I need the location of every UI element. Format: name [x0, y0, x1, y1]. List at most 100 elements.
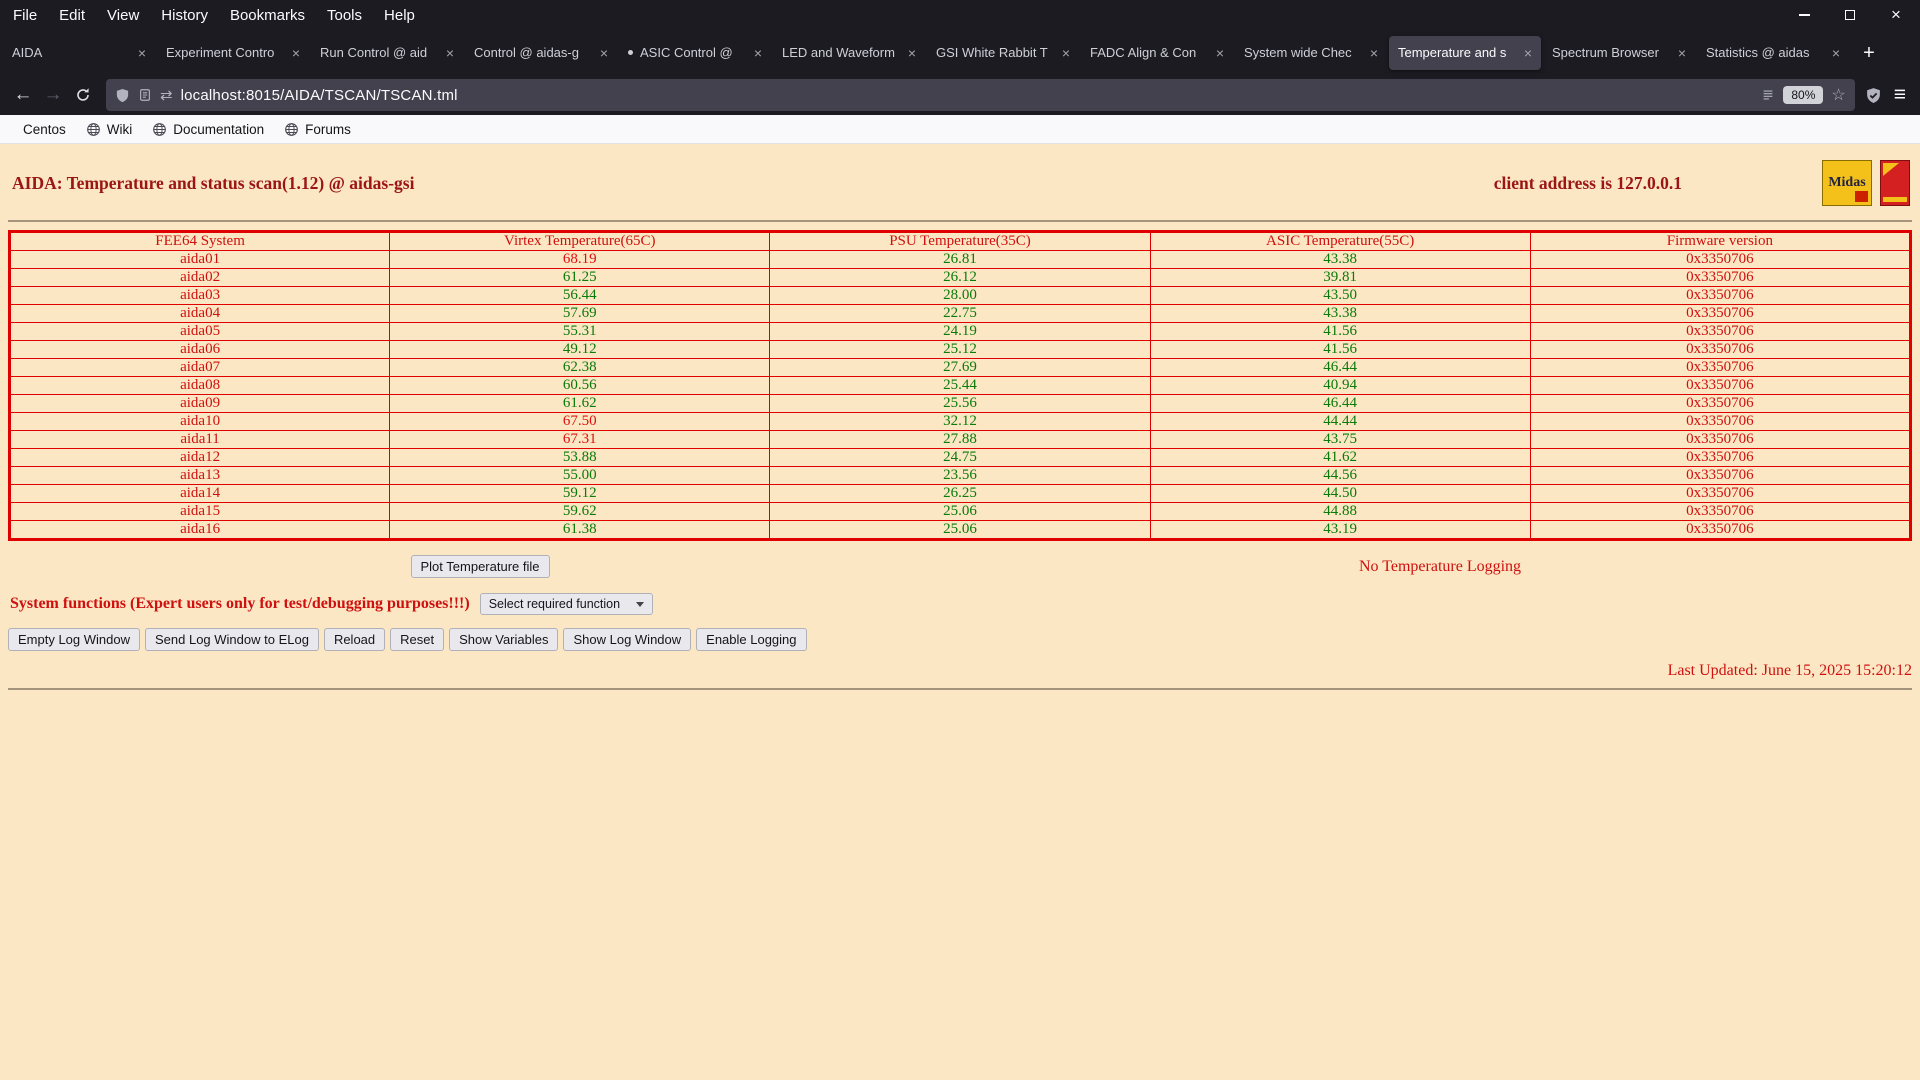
- fee64-name-cell: aida12: [8, 448, 391, 467]
- action-button-reload[interactable]: Reload: [323, 628, 386, 651]
- browser-window: File Edit View History Bookmarks Tools H…: [0, 0, 1920, 1080]
- psu-temperature-cell: 23.56: [769, 466, 1151, 485]
- tab-statistics-aidas[interactable]: Statistics @ aidas ×: [1697, 36, 1849, 70]
- forward-button[interactable]: →: [38, 80, 68, 110]
- menu-file[interactable]: File: [2, 7, 48, 24]
- globe-icon: [285, 122, 298, 136]
- url-bar[interactable]: ⇄ localhost:8015/AIDA/TSCAN/TSCAN.tml 80…: [106, 79, 1855, 111]
- tab-experiment-contro[interactable]: Experiment Contro ×: [157, 36, 309, 70]
- tab-close-icon[interactable]: ×: [1062, 46, 1070, 60]
- back-button[interactable]: ←: [8, 80, 38, 110]
- reader-mode-icon[interactable]: [1761, 88, 1775, 102]
- tab-label: Run Control @ aid: [320, 45, 428, 60]
- asic-temperature-cell: 40.94: [1149, 376, 1531, 395]
- tab-control-aidas-g[interactable]: Control @ aidas-g ×: [465, 36, 617, 70]
- tab-gsi-white-rabbit-t[interactable]: GSI White Rabbit T ×: [927, 36, 1079, 70]
- globe-icon: [86, 122, 100, 136]
- minimize-button[interactable]: [1796, 7, 1812, 23]
- psu-temperature-cell: 24.19: [769, 322, 1151, 341]
- site-info-page-icon[interactable]: [138, 88, 152, 102]
- firmware-version-cell: 0x3350706: [1529, 268, 1912, 287]
- action-button-enable-logging[interactable]: Enable Logging: [696, 628, 807, 651]
- menu-tools[interactable]: Tools: [316, 7, 373, 24]
- zoom-level-badge[interactable]: 80%: [1783, 86, 1824, 104]
- page-content: AIDA: Temperature and status scan(1.12) …: [0, 144, 1920, 1080]
- fee64-name-cell: aida14: [8, 484, 391, 503]
- action-button-show-variables[interactable]: Show Variables: [449, 628, 559, 651]
- table-row: aida05 55.31 24.19 41.56 0x3350706: [8, 322, 1912, 341]
- action-button-reset[interactable]: Reset: [390, 628, 445, 651]
- tab-spectrum-browser[interactable]: Spectrum Browser ×: [1543, 36, 1695, 70]
- menu-bookmarks[interactable]: Bookmarks: [219, 7, 316, 24]
- shield-check-extension-icon[interactable]: [1865, 87, 1882, 104]
- system-function-select[interactable]: Select required function: [479, 593, 654, 615]
- tab-led-and-waveform[interactable]: LED and Waveform ×: [773, 36, 925, 70]
- fee64-name-cell: aida06: [8, 340, 391, 359]
- menu-history[interactable]: History: [150, 7, 219, 24]
- bookmark-label: Centos: [23, 121, 66, 137]
- table-row: aida13 55.00 23.56 44.56 0x3350706: [8, 466, 1912, 485]
- tab-aida[interactable]: AIDA ×: [3, 36, 155, 70]
- tab-close-icon[interactable]: ×: [908, 46, 916, 60]
- minimize-icon: [1798, 14, 1810, 16]
- bookmark-label: Wiki: [106, 121, 133, 137]
- tab-close-icon[interactable]: ×: [138, 46, 146, 60]
- psu-temperature-cell: 26.25: [769, 484, 1151, 503]
- table-row: aida06 49.12 25.12 41.56 0x3350706: [8, 340, 1912, 359]
- fee64-name-cell: aida13: [8, 466, 391, 485]
- system-function-select-value: Select required function: [488, 597, 621, 611]
- tab-label: Experiment Contro: [166, 45, 275, 60]
- action-button-empty-log-window[interactable]: Empty Log Window: [8, 628, 140, 651]
- tab-close-icon[interactable]: ×: [600, 46, 608, 60]
- tab-close-icon[interactable]: ×: [1678, 46, 1686, 60]
- menu-help[interactable]: Help: [373, 7, 426, 24]
- asic-temperature-cell: 41.62: [1149, 448, 1531, 467]
- tab-close-icon[interactable]: ×: [292, 46, 300, 60]
- tab-close-icon[interactable]: ×: [754, 46, 762, 60]
- psu-temperature-cell: 27.69: [769, 358, 1151, 377]
- action-button-send-log-window-to-elog[interactable]: Send Log Window to ELog: [145, 628, 319, 651]
- new-tab-button[interactable]: +: [1853, 37, 1885, 69]
- app-menu-hamburger-icon[interactable]: ≡: [1894, 83, 1906, 107]
- menu-view[interactable]: View: [96, 7, 150, 24]
- bookmark-star-icon[interactable]: ☆: [1831, 85, 1845, 105]
- bookmark-documentation[interactable]: Documentation: [143, 120, 273, 139]
- fee64-name-cell: aida02: [8, 268, 391, 287]
- action-buttons-row: Empty Log Window Send Log Window to ELog R…: [0, 628, 1920, 651]
- tab-close-icon[interactable]: ×: [1832, 46, 1840, 60]
- tab-dot-icon: [628, 50, 633, 55]
- tab-system-wide-chec[interactable]: System wide Chec ×: [1235, 36, 1387, 70]
- url-text[interactable]: localhost:8015/AIDA/TSCAN/TSCAN.tml: [181, 87, 1754, 104]
- tracking-protection-shield-icon[interactable]: [115, 88, 130, 103]
- fee64-name-cell: aida11: [8, 430, 391, 449]
- plot-temperature-file-button[interactable]: Plot Temperature file: [410, 555, 550, 578]
- tab-close-icon[interactable]: ×: [1524, 46, 1532, 60]
- psu-temperature-cell: 26.12: [769, 268, 1151, 287]
- bookmark-forums[interactable]: Forums: [275, 120, 360, 139]
- virtex-temperature-cell: 59.12: [389, 484, 771, 503]
- tab-fadc-align-con[interactable]: FADC Align & Con ×: [1081, 36, 1233, 70]
- close-button[interactable]: ×: [1888, 6, 1904, 23]
- reload-button[interactable]: [68, 80, 98, 110]
- temperature-table: FEE64 System Virtex Temperature(65C) PSU T…: [8, 230, 1912, 541]
- virtex-temperature-cell: 53.88: [389, 448, 771, 467]
- virtex-temperature-cell: 49.12: [389, 340, 771, 359]
- psu-temperature-cell: 32.12: [769, 412, 1151, 431]
- virtex-temperature-cell: 55.31: [389, 322, 771, 341]
- tab-close-icon[interactable]: ×: [446, 46, 454, 60]
- tab-run-control-aid[interactable]: Run Control @ aid ×: [311, 36, 463, 70]
- midas-logo: Midas: [1822, 160, 1872, 206]
- tab-asic-control[interactable]: ASIC Control @ ×: [619, 36, 771, 70]
- maximize-button[interactable]: [1842, 7, 1858, 23]
- bookmark-wiki[interactable]: Wiki: [77, 120, 142, 139]
- tab-temperature-and-s[interactable]: Temperature and s ×: [1389, 35, 1541, 70]
- psu-temperature-cell: 25.06: [769, 520, 1151, 540]
- bookmark-centos[interactable]: Centos: [8, 120, 75, 139]
- menu-edit[interactable]: Edit: [48, 7, 96, 24]
- tab-close-icon[interactable]: ×: [1216, 46, 1224, 60]
- action-button-show-log-window[interactable]: Show Log Window: [563, 628, 692, 651]
- tab-close-icon[interactable]: ×: [1370, 46, 1378, 60]
- header-logos: Midas: [1822, 160, 1910, 206]
- table-row: aida02 61.25 26.12 39.81 0x3350706: [8, 268, 1912, 287]
- https-switch-arrows-icon[interactable]: ⇄: [160, 86, 173, 104]
